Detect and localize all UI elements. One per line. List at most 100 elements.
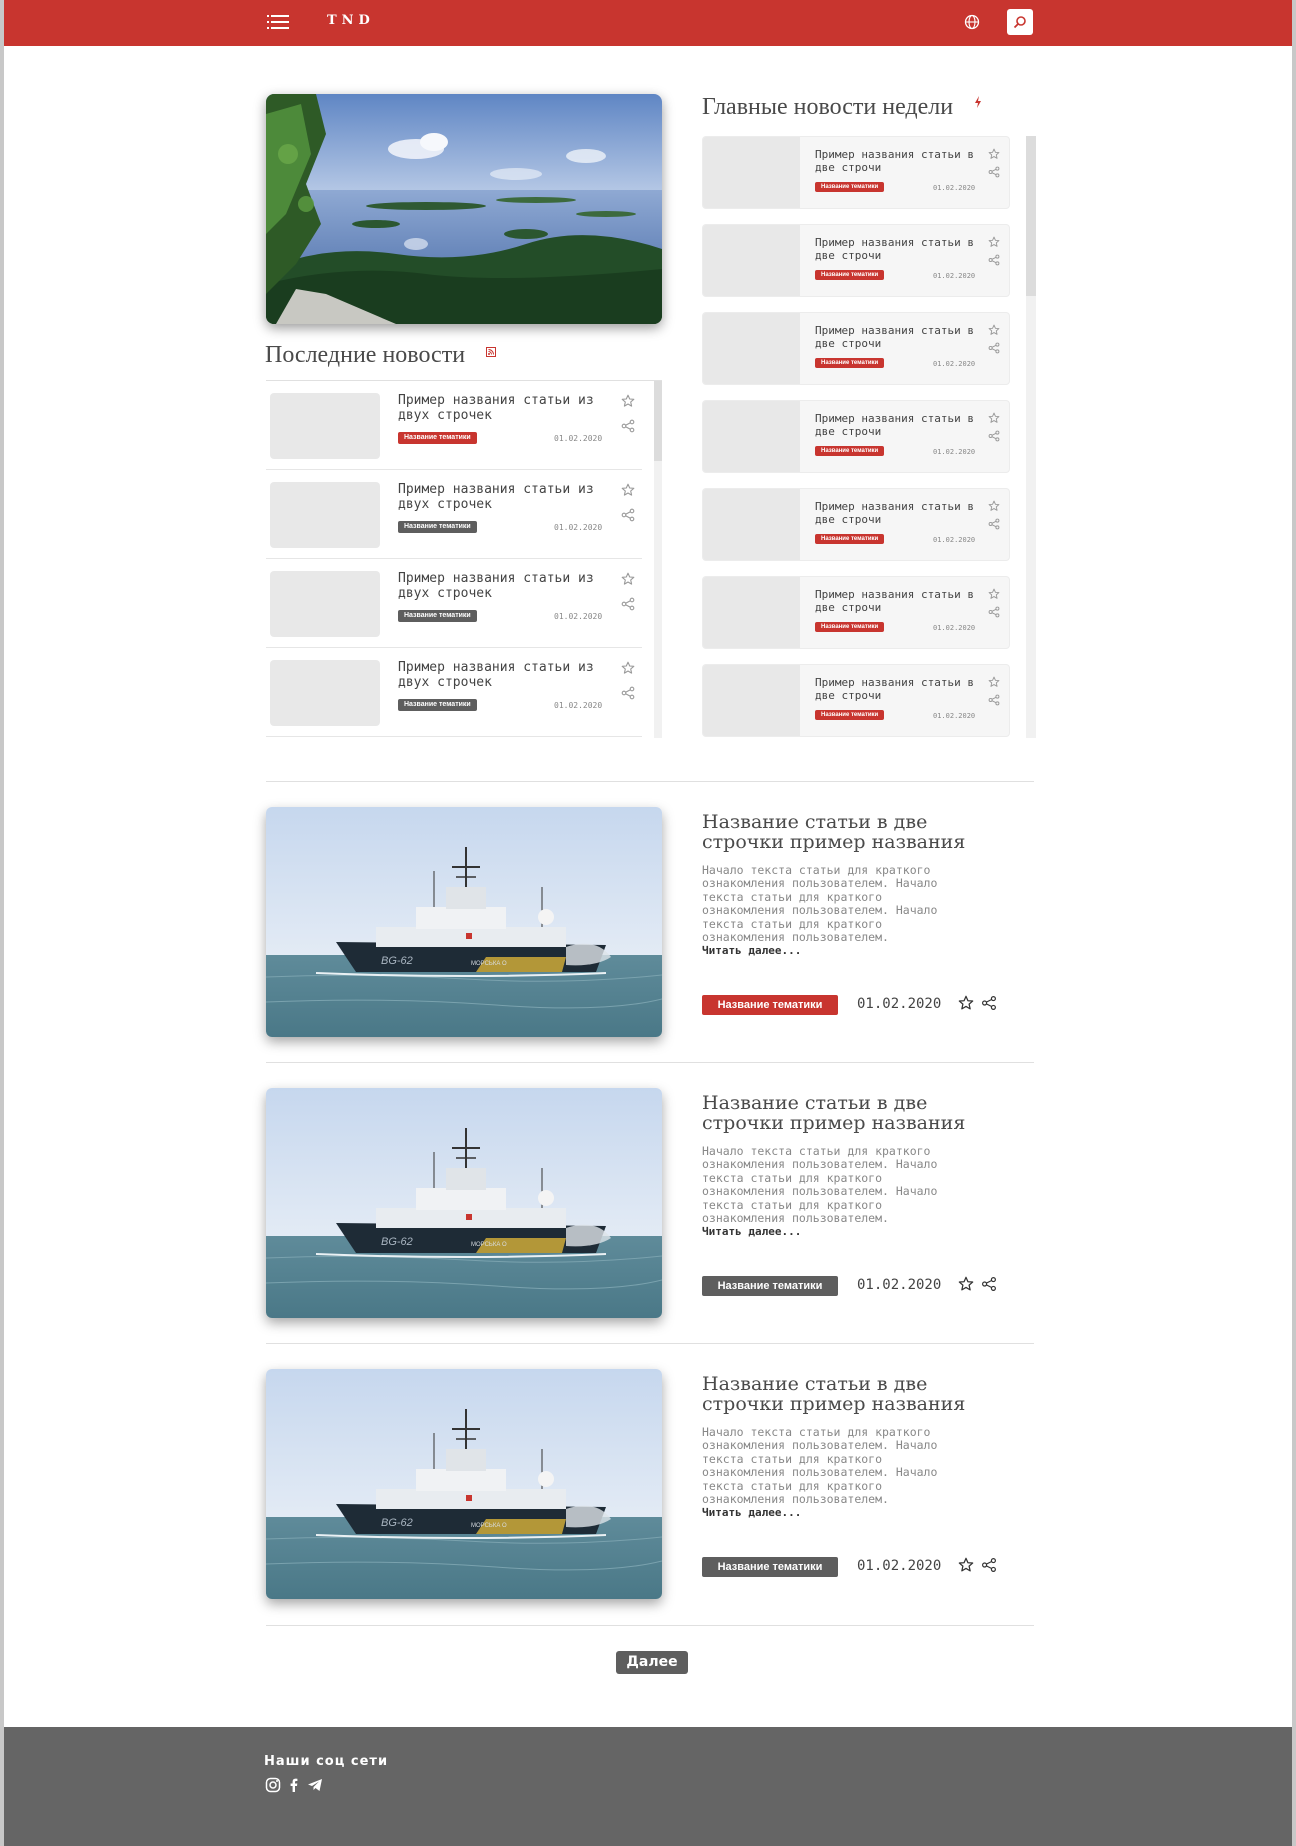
star-icon[interactable] bbox=[988, 324, 1000, 336]
news-thumbnail[interactable] bbox=[270, 482, 380, 548]
news-title[interactable]: Пример названия статьи в две строчи bbox=[815, 500, 975, 526]
star-icon[interactable] bbox=[958, 995, 974, 1011]
share-icon[interactable] bbox=[988, 694, 1000, 706]
star-icon[interactable] bbox=[958, 1276, 974, 1292]
latest-news-item[interactable]: Пример названия статьи из двух строчек На… bbox=[266, 381, 642, 470]
share-icon[interactable] bbox=[621, 508, 635, 522]
topic-tag[interactable]: Название тематики bbox=[702, 1276, 838, 1296]
latest-scrollbar[interactable] bbox=[654, 381, 662, 738]
news-title[interactable]: Пример названия статьи из двух строчек bbox=[398, 660, 608, 690]
read-more-link[interactable]: Читать далее... bbox=[702, 944, 801, 957]
rss-icon[interactable] bbox=[486, 347, 496, 357]
star-icon[interactable] bbox=[621, 483, 635, 497]
star-icon[interactable] bbox=[621, 394, 635, 408]
share-icon[interactable] bbox=[988, 606, 1000, 618]
article-image[interactable]: BG-62 МОРСЬКА О bbox=[266, 1088, 662, 1318]
weekly-news-item[interactable]: Пример названия статьи в две строчи Назва… bbox=[702, 576, 1010, 649]
topic-tag[interactable]: Название тематики bbox=[815, 358, 885, 368]
news-thumbnail[interactable] bbox=[270, 571, 380, 637]
read-more-link[interactable]: Читать далее... bbox=[702, 1225, 801, 1238]
news-title[interactable]: Пример названия статьи в две строчи bbox=[815, 676, 975, 702]
lightning-icon bbox=[975, 96, 981, 108]
news-title[interactable]: Пример названия статьи из двух строчек bbox=[398, 482, 608, 512]
news-thumbnail[interactable] bbox=[703, 577, 800, 648]
star-icon[interactable] bbox=[988, 588, 1000, 600]
share-icon[interactable] bbox=[621, 597, 635, 611]
next-page-button[interactable]: Далее bbox=[616, 1651, 688, 1674]
article-title[interactable]: Название статьи в две строчки пример наз… bbox=[702, 812, 1012, 852]
news-title[interactable]: Пример названия статьи в две строчи bbox=[815, 588, 975, 614]
article-image[interactable]: BG-62 МОРСЬКА О bbox=[266, 807, 662, 1037]
site-logo[interactable]: TND bbox=[327, 13, 375, 28]
weekly-news-item[interactable]: Пример названия статьи в две строчи Назва… bbox=[702, 488, 1010, 561]
article-date: 01.02.2020 bbox=[857, 1558, 942, 1574]
article-image[interactable]: BG-62 МОРСЬКА О bbox=[266, 1369, 662, 1599]
latest-news-item[interactable]: Пример названия статьи из двух строчек На… bbox=[266, 648, 642, 737]
topic-tag[interactable]: Название тематики bbox=[702, 995, 838, 1015]
read-more-link[interactable]: Читать далее... bbox=[702, 1506, 801, 1519]
topic-tag[interactable]: Название тематики bbox=[398, 699, 477, 711]
news-thumbnail[interactable] bbox=[270, 660, 380, 726]
telegram-icon[interactable] bbox=[307, 1777, 323, 1793]
menu-icon[interactable] bbox=[267, 15, 289, 29]
hero-image[interactable] bbox=[266, 94, 662, 324]
weekly-news-item[interactable]: Пример названия статьи в две строчи Назва… bbox=[702, 136, 1010, 209]
topic-tag[interactable]: Название тематики bbox=[815, 446, 885, 456]
topic-tag[interactable]: Название тематики bbox=[815, 710, 885, 720]
latest-news-item[interactable]: Пример названия статьи из двух строчек На… bbox=[266, 470, 642, 559]
topic-tag[interactable]: Название тематики bbox=[398, 521, 477, 533]
topic-tag[interactable]: Название тематики bbox=[398, 610, 477, 622]
share-icon[interactable] bbox=[988, 342, 1000, 354]
top-bar: TND bbox=[4, 0, 1292, 46]
news-thumbnail[interactable] bbox=[703, 401, 800, 472]
news-title[interactable]: Пример названия статьи в две строчи bbox=[815, 412, 975, 438]
news-title[interactable]: Пример названия статьи из двух строчек bbox=[398, 393, 608, 423]
topic-tag[interactable]: Название тематики bbox=[815, 270, 885, 280]
star-icon[interactable] bbox=[988, 412, 1000, 424]
news-thumbnail[interactable] bbox=[270, 393, 380, 459]
star-icon[interactable] bbox=[988, 500, 1000, 512]
share-icon[interactable] bbox=[981, 1557, 996, 1572]
weekly-news-item[interactable]: Пример названия статьи в две строчи Назва… bbox=[702, 312, 1010, 385]
news-title[interactable]: Пример названия статьи в две строчи bbox=[815, 148, 975, 174]
topic-tag[interactable]: Название тематики bbox=[815, 182, 885, 192]
share-icon[interactable] bbox=[988, 166, 1000, 178]
globe-icon[interactable] bbox=[964, 14, 980, 30]
news-date: 01.02.2020 bbox=[933, 536, 976, 544]
topic-tag[interactable]: Название тематики bbox=[815, 622, 885, 632]
topic-tag[interactable]: Название тематики bbox=[815, 534, 885, 544]
share-icon[interactable] bbox=[981, 995, 996, 1010]
share-icon[interactable] bbox=[621, 419, 635, 433]
news-thumbnail[interactable] bbox=[703, 313, 800, 384]
news-title[interactable]: Пример названия статьи из двух строчек bbox=[398, 571, 608, 601]
share-icon[interactable] bbox=[988, 254, 1000, 266]
star-icon[interactable] bbox=[988, 236, 1000, 248]
share-icon[interactable] bbox=[981, 1276, 996, 1291]
topic-tag[interactable]: Название тематики bbox=[398, 432, 477, 444]
star-icon[interactable] bbox=[958, 1557, 974, 1573]
weekly-news-item[interactable]: Пример названия статьи в две строчи Назва… bbox=[702, 664, 1010, 737]
news-title[interactable]: Пример названия статьи в две строчи bbox=[815, 236, 975, 262]
article-title[interactable]: Название статьи в две строчки пример наз… bbox=[702, 1093, 1012, 1133]
star-icon[interactable] bbox=[988, 676, 1000, 688]
news-thumbnail[interactable] bbox=[703, 665, 800, 736]
news-thumbnail[interactable] bbox=[703, 489, 800, 560]
article-title[interactable]: Название статьи в две строчки пример наз… bbox=[702, 1374, 1012, 1414]
news-title[interactable]: Пример названия статьи в две строчи bbox=[815, 324, 975, 350]
facebook-icon[interactable] bbox=[286, 1777, 302, 1793]
weekly-news-item[interactable]: Пример названия статьи в две строчи Назва… bbox=[702, 224, 1010, 297]
search-button[interactable] bbox=[1007, 9, 1033, 35]
instagram-icon[interactable] bbox=[265, 1777, 281, 1793]
topic-tag[interactable]: Название тематики bbox=[702, 1557, 838, 1577]
weekly-scrollbar[interactable] bbox=[1026, 136, 1036, 738]
star-icon[interactable] bbox=[621, 572, 635, 586]
share-icon[interactable] bbox=[988, 518, 1000, 530]
share-icon[interactable] bbox=[621, 686, 635, 700]
weekly-news-item[interactable]: Пример названия статьи в две строчи Назва… bbox=[702, 400, 1010, 473]
latest-news-item[interactable]: Пример названия статьи из двух строчек На… bbox=[266, 559, 642, 648]
star-icon[interactable] bbox=[621, 661, 635, 675]
news-thumbnail[interactable] bbox=[703, 137, 800, 208]
star-icon[interactable] bbox=[988, 148, 1000, 160]
share-icon[interactable] bbox=[988, 430, 1000, 442]
news-thumbnail[interactable] bbox=[703, 225, 800, 296]
